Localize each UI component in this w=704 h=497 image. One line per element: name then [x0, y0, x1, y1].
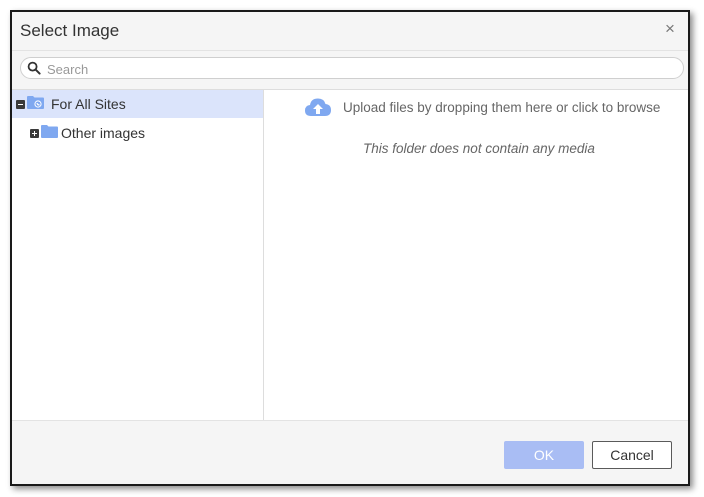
select-image-dialog: Select Image × For All Sites — [10, 10, 690, 486]
folder-tree: For All Sites Other images — [12, 90, 264, 421]
tree-item-other-images[interactable]: Other images — [12, 119, 263, 147]
folder-icon — [41, 125, 58, 138]
search-input[interactable] — [45, 59, 669, 79]
empty-folder-message: This folder does not contain any media — [363, 141, 595, 156]
media-content-area[interactable]: Upload files by dropping them here or cl… — [264, 90, 688, 421]
dialog-title: Select Image — [20, 21, 120, 40]
tree-item-label: Other images — [61, 125, 146, 141]
search-box[interactable] — [20, 57, 684, 79]
close-icon[interactable]: × — [660, 18, 680, 40]
collapse-icon[interactable] — [16, 100, 25, 109]
search-bar — [12, 51, 688, 90]
cancel-button[interactable]: Cancel — [592, 441, 672, 469]
search-icon — [27, 61, 41, 75]
dialog-titlebar: Select Image × — [12, 12, 688, 51]
dialog-footer: OK Cancel — [12, 420, 688, 484]
upload-instructions[interactable]: Upload files by dropping them here or cl… — [343, 100, 660, 115]
expand-icon[interactable] — [30, 129, 39, 138]
tree-item-label: For All Sites — [51, 96, 126, 112]
ok-button[interactable]: OK — [504, 441, 584, 469]
globe-folder-icon — [27, 96, 44, 109]
tree-item-for-all-sites[interactable]: For All Sites — [12, 90, 263, 118]
cloud-upload-icon — [305, 98, 331, 116]
